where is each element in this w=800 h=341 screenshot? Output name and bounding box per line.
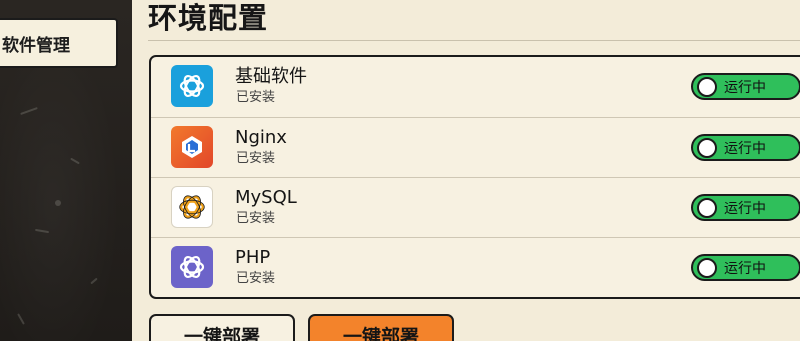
app-status: 已安装 [236,211,276,226]
list-item[interactable]: MySQL 已安装 运行中 [151,177,800,238]
deploy-button-primary[interactable]: 一键部署 [308,314,454,341]
running-status-label: 运行中 [724,79,766,96]
running-status-badge[interactable]: 运行中 [691,134,800,161]
chalk-mark [70,157,80,165]
deploy-button-secondary[interactable]: 一键部署 [149,314,295,341]
toggle-knob [697,257,717,278]
sidebar-item-label: 软件管理 [2,35,70,56]
toggle-knob [697,137,717,158]
running-status-badge[interactable]: 运行中 [691,73,800,100]
running-status-badge[interactable]: 运行中 [691,254,800,281]
running-status-label: 运行中 [724,260,766,277]
list-item[interactable]: Nginx 已安装 运行中 [151,117,800,178]
app-list: 基础软件 已安装 运行中 Nginx 已安装 运行中 MySQL 已安装 运行中… [149,55,800,299]
main-panel: 环境配置 基础软件 已安装 运行中 Nginx 已安装 运行中 MySQL 已安… [132,0,800,341]
app-name: MySQL [235,187,297,208]
chalk-mark [90,277,98,285]
toggle-knob [697,76,717,97]
sidebar: 软件管理 [0,0,132,341]
chalk-mark [17,313,25,325]
app-name: 基础软件 [235,66,307,87]
openai-logo-icon [171,246,213,288]
app-name: Nginx [235,127,287,148]
list-item[interactable]: 基础软件 已安装 运行中 [151,57,800,117]
chalk-mark [55,200,61,206]
app-status: 已安装 [236,271,276,286]
nginx-app-icon [171,126,213,168]
running-status-label: 运行中 [724,140,766,157]
sidebar-item-software-management[interactable]: 软件管理 [0,18,118,68]
chalk-mark [20,106,38,116]
page-title: 环境配置 [148,1,269,35]
running-status-label: 运行中 [724,200,766,217]
running-status-badge[interactable]: 运行中 [691,194,800,221]
toggle-knob [697,197,717,218]
list-item[interactable]: PHP 已安装 运行中 [151,237,800,297]
title-divider [148,40,800,41]
app-name: PHP [235,247,271,268]
chalk-mark [34,228,50,234]
app-status: 已安装 [236,151,276,166]
openai-logo-icon [171,186,213,228]
app-status: 已安装 [236,90,276,105]
openai-logo-icon [171,65,213,107]
